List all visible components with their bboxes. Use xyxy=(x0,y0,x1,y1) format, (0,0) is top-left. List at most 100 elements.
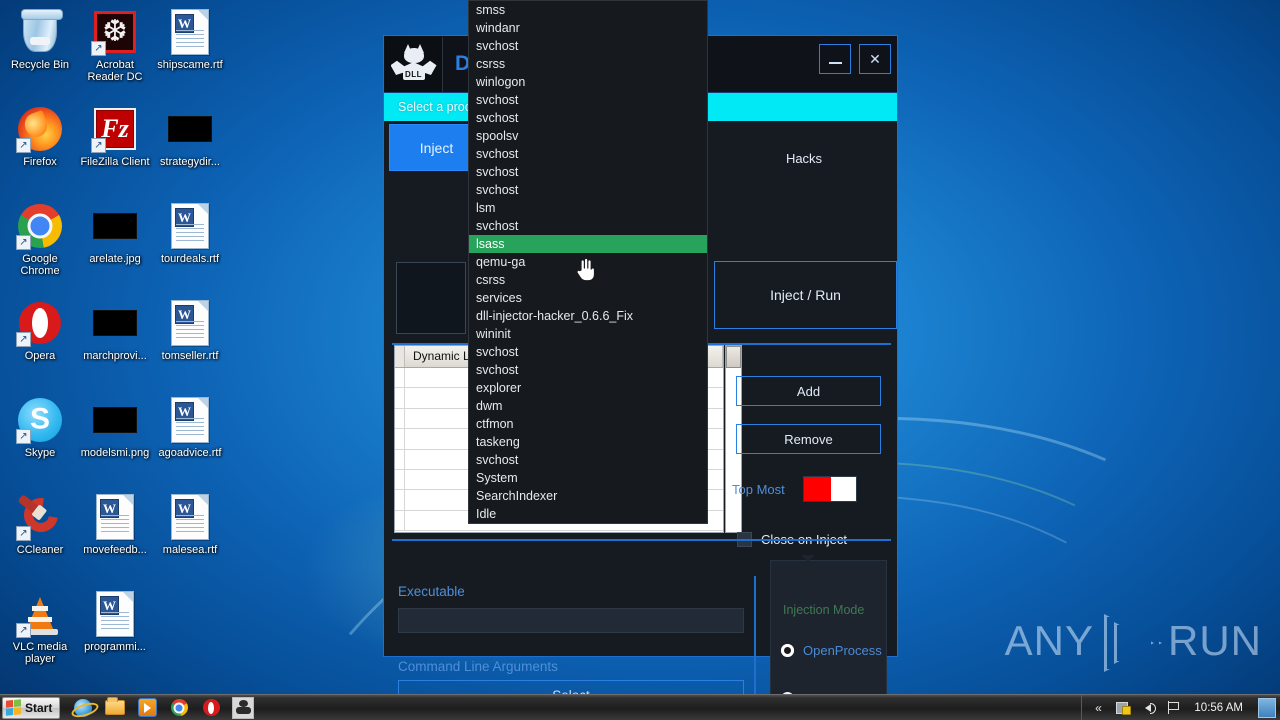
process-list-item[interactable]: dll-injector-hacker_0.6.6_Fix xyxy=(469,307,707,325)
network-icon[interactable] xyxy=(1115,700,1131,716)
panel-caret-icon xyxy=(801,555,815,562)
process-list-item[interactable]: svchost xyxy=(469,37,707,55)
vlc-icon xyxy=(16,590,64,638)
process-list-item[interactable]: System xyxy=(469,469,707,487)
process-dropdown-list[interactable]: smss windanr svchost csrss winlogon svchost sv… xyxy=(468,0,708,524)
desktop-icon-google-chrome[interactable]: Google Chrome xyxy=(3,198,77,294)
desktop-icon-skype[interactable]: S Skype xyxy=(3,392,77,488)
process-list-item[interactable]: ctfmon xyxy=(469,415,707,433)
process-list-item[interactable]: csrss xyxy=(469,55,707,73)
close-button[interactable]: ✕ xyxy=(859,44,891,74)
tray-overflow-icon[interactable]: « xyxy=(1090,700,1106,716)
desktop-icon-strategydir[interactable]: strategydir... xyxy=(153,101,227,197)
process-list-item[interactable]: svchost xyxy=(469,451,707,469)
grid-scrollbar-thumb[interactable] xyxy=(726,346,741,368)
desktop-icon-programmi[interactable]: W programmi... xyxy=(78,586,152,682)
taskbar-internet-explorer-icon[interactable] xyxy=(72,697,94,719)
shortcut-overlay-icon xyxy=(16,138,31,153)
process-list-item[interactable]: svchost xyxy=(469,181,707,199)
process-list-item[interactable]: windanr xyxy=(469,19,707,37)
desktop-icon-shipscame-rtf[interactable]: W shipscame.rtf xyxy=(153,4,227,100)
topmost-toggle-knob[interactable] xyxy=(830,477,856,501)
add-button[interactable]: Add xyxy=(736,376,881,406)
desktop-icon-label: Google Chrome xyxy=(20,253,60,277)
start-button[interactable]: Start xyxy=(2,696,61,719)
desktop-icon-recycle-bin[interactable]: Recycle Bin xyxy=(3,4,77,100)
process-list-item[interactable]: dwm xyxy=(469,397,707,415)
anyrun-watermark: ANY RUN xyxy=(1005,614,1262,668)
desktop-icon-firefox[interactable]: Firefox xyxy=(3,101,77,197)
desktop-icon-label: Acrobat Reader DC xyxy=(87,59,143,83)
desktop-icon-ccleaner[interactable]: CCleaner xyxy=(3,489,77,585)
process-list-item[interactable]: svchost xyxy=(469,91,707,109)
desktop: Recycle Bin ❆ Acrobat Reader DC W shipsc… xyxy=(0,0,1280,720)
process-list-item[interactable]: svchost xyxy=(469,343,707,361)
desktop-icon-label: CCleaner xyxy=(16,544,64,556)
process-list-item[interactable]: explorer xyxy=(469,379,707,397)
process-list-item[interactable]: Idle xyxy=(469,505,707,523)
black-thumbnail-icon xyxy=(91,202,139,250)
grid-corner-cell xyxy=(395,346,405,367)
desktop-icon-agoadvice-rtf[interactable]: W agoadvice.rtf xyxy=(153,392,227,488)
desktop-icon-movefeedb[interactable]: W movefeedb... xyxy=(78,489,152,585)
inject-run-button[interactable]: Inject / Run xyxy=(714,261,897,329)
window-controls: ✕ xyxy=(819,44,891,74)
desktop-icon-tourdeals-rtf[interactable]: W tourdeals.rtf xyxy=(153,198,227,294)
filezilla-icon: Fz xyxy=(91,105,139,153)
desktop-icon-tomseller-rtf[interactable]: W tomseller.rtf xyxy=(153,295,227,391)
desktop-icon-arelate-jpg[interactable]: arelate.jpg xyxy=(78,198,152,294)
process-list-item[interactable]: qemu-ga xyxy=(469,253,707,271)
process-list-item[interactable]: services xyxy=(469,289,707,307)
taskbar-clock[interactable]: 10:56 AM xyxy=(1190,702,1247,714)
word-document-icon: W xyxy=(166,493,214,541)
process-list-item[interactable]: csrss xyxy=(469,271,707,289)
desktop-icon-modelsmi-png[interactable]: modelsmi.png xyxy=(78,392,152,488)
process-list-item[interactable]: svchost xyxy=(469,109,707,127)
taskbar-opera-icon[interactable] xyxy=(200,697,222,719)
process-list-item[interactable]: taskeng xyxy=(469,433,707,451)
process-list-item[interactable]: smss xyxy=(469,1,707,19)
desktop-icon-label: VLC media player xyxy=(12,641,68,665)
flag-icon[interactable] xyxy=(1165,700,1181,716)
anyrun-watermark-right: RUN xyxy=(1168,617,1262,664)
process-list-item[interactable]: svchost xyxy=(469,145,707,163)
desktop-icon-label: FileZilla Client xyxy=(80,156,150,168)
process-list-item[interactable]: SearchIndexer xyxy=(469,487,707,505)
desktop-icon-filezilla-client[interactable]: Fz FileZilla Client xyxy=(78,101,152,197)
volume-icon[interactable] xyxy=(1140,700,1157,716)
executable-input[interactable] xyxy=(398,608,744,633)
process-list-item[interactable]: lsass xyxy=(469,235,707,253)
play-triangle-icon xyxy=(1102,614,1160,668)
show-desktop-button[interactable] xyxy=(1258,697,1276,718)
desktop-icon-malesea-rtf[interactable]: W malesea.rtf xyxy=(153,489,227,585)
radio-button-selected-icon[interactable] xyxy=(781,644,794,657)
start-button-label: Start xyxy=(25,700,53,715)
process-list-item[interactable]: wininit xyxy=(469,325,707,343)
desktop-icon-acrobat-reader[interactable]: ❆ Acrobat Reader DC xyxy=(78,4,152,100)
process-list-item[interactable]: lsm xyxy=(469,199,707,217)
desktop-icon-label: strategydir... xyxy=(160,156,220,168)
topmost-toggle[interactable] xyxy=(802,476,857,502)
process-list-item[interactable]: winlogon xyxy=(469,73,707,91)
executable-label: Executable xyxy=(398,584,465,599)
minimize-button[interactable] xyxy=(819,44,851,74)
remove-button[interactable]: Remove xyxy=(736,424,881,454)
process-list-item[interactable]: svchost xyxy=(469,163,707,181)
taskbar-dll-injector-icon[interactable] xyxy=(232,696,255,719)
process-list-item[interactable]: spoolsv xyxy=(469,127,707,145)
hacks-label: Hacks xyxy=(785,151,823,166)
radio-openprocess[interactable]: OpenProcess xyxy=(781,643,882,658)
word-document-icon: W xyxy=(166,299,214,347)
quick-launch-bar xyxy=(72,696,255,719)
desktop-icon-marchprovi[interactable]: marchprovi... xyxy=(78,295,152,391)
taskbar-windows-explorer-icon[interactable] xyxy=(104,697,126,719)
shortcut-overlay-icon xyxy=(16,623,31,638)
desktop-icon-opera[interactable]: Opera xyxy=(3,295,77,391)
desktop-icon-vlc-media-player[interactable]: VLC media player xyxy=(3,586,77,682)
taskbar-windows-media-player-icon[interactable] xyxy=(136,697,158,719)
process-list-item[interactable]: svchost xyxy=(469,217,707,235)
process-list-item[interactable]: svchost xyxy=(469,361,707,379)
taskbar-chrome-icon[interactable] xyxy=(168,697,190,719)
desktop-icon-label: Skype xyxy=(24,447,56,459)
anyrun-watermark-left: ANY xyxy=(1004,617,1094,664)
